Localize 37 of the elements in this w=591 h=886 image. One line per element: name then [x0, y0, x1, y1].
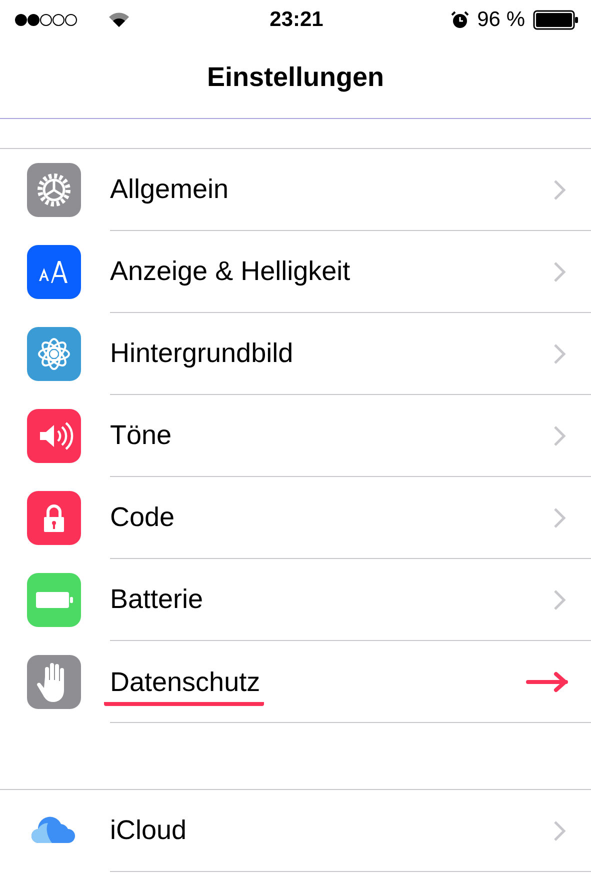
settings-row[interactable]: iCloud: [0, 790, 591, 872]
settings-row[interactable]: Anzeige & Helligkeit: [0, 231, 591, 313]
row-label: Hintergrundbild: [110, 338, 294, 369]
speaker-icon: [27, 409, 81, 463]
chevron-icon: [553, 178, 567, 200]
row-label: Allgemein: [110, 174, 229, 205]
chevron-icon: [553, 342, 567, 364]
chevron-icon: [553, 506, 567, 528]
settings-row[interactable]: Code: [0, 477, 591, 559]
arrow-icon: [525, 670, 571, 692]
chevron-icon: [553, 260, 567, 282]
row-label: Anzeige & Helligkeit: [110, 256, 350, 287]
signal-icon: [14, 13, 80, 27]
battery-percent: 96 %: [477, 8, 525, 32]
chevron-icon: [553, 424, 567, 446]
row-label: Code: [110, 502, 175, 533]
hand-icon: [27, 655, 81, 709]
battery-icon: [27, 573, 81, 627]
alarm-icon: [451, 11, 470, 29]
battery-icon: [533, 10, 579, 30]
row-label: iCloud: [110, 815, 187, 846]
gear-icon: [27, 163, 81, 217]
settings-row[interactable]: Datenschutz: [0, 641, 591, 723]
text-size-icon: [27, 245, 81, 299]
row-label: Datenschutz: [104, 667, 264, 706]
screen-title: Einstellungen: [206, 62, 384, 92]
settings-row[interactable]: Allgemein: [0, 149, 591, 231]
chevron-icon: [553, 588, 567, 610]
settings-row[interactable]: Batterie: [0, 559, 591, 641]
row-label: Batterie: [110, 584, 204, 615]
row-label: Töne: [110, 420, 172, 451]
settings-row[interactable]: Hintergrundbild: [0, 313, 591, 395]
clock-time: 23:21: [270, 8, 324, 32]
wifi-icon: [108, 12, 130, 28]
chevron-icon: [553, 820, 567, 842]
settings-row[interactable]: Töne: [0, 395, 591, 477]
lock-icon: [27, 491, 81, 545]
